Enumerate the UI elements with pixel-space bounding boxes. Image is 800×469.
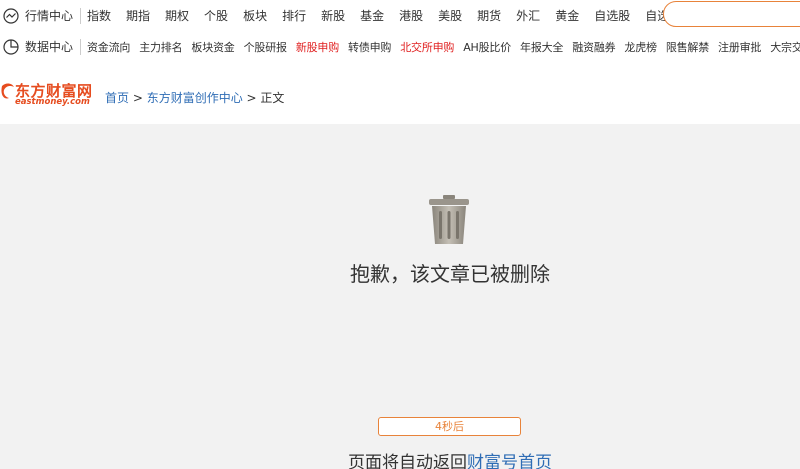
trash-can-icon xyxy=(429,195,469,244)
breadcrumb-separator: > xyxy=(129,91,147,105)
data-link[interactable]: 转债申购 xyxy=(348,39,391,55)
data-link[interactable]: 融资融券 xyxy=(572,39,615,55)
search-input[interactable] xyxy=(663,1,800,27)
redirect-countdown: 4秒后 xyxy=(378,417,521,436)
pie-chart-icon xyxy=(3,38,19,55)
divider xyxy=(80,38,81,55)
market-link[interactable]: 个股 xyxy=(204,7,228,24)
data-link[interactable]: 限售解禁 xyxy=(666,39,709,55)
market-link[interactable]: 港股 xyxy=(399,7,423,24)
logo-mark-icon xyxy=(1,83,14,99)
market-center-head[interactable]: 行情中心 xyxy=(0,7,80,24)
data-center-head[interactable]: 数据中心 xyxy=(0,38,80,55)
data-center-title: 数据中心 xyxy=(25,40,74,54)
data-link[interactable]: 大宗交易 xyxy=(770,39,800,55)
data-center-links: 资金流向 主力排名 板块资金 个股研报 新股申购 转债申购 北交所申购 AH股比价 年报大全 融资… xyxy=(87,39,800,55)
market-link[interactable]: 美股 xyxy=(438,7,462,24)
breadcrumb-separator: > xyxy=(242,91,261,105)
data-link[interactable]: 年报大全 xyxy=(520,39,563,55)
market-link[interactable]: 板块 xyxy=(243,7,267,24)
top-navigation: 行情中心 指数期指期权个股板块排行新股基金港股美股期货外汇黄金自选股自选基金 数… xyxy=(0,0,800,62)
market-link[interactable]: 指数 xyxy=(87,7,111,24)
redirect-prefix: 页面将自动返回 xyxy=(348,453,467,469)
market-link[interactable]: 外汇 xyxy=(516,7,540,24)
breadcrumb-home-link[interactable]: 首页 xyxy=(105,91,129,105)
market-link[interactable]: 新股 xyxy=(321,7,345,24)
market-center-links: 指数期指期权个股板块排行新股基金港股美股期货外汇黄金自选股自选基金 xyxy=(87,7,708,24)
data-link[interactable]: 资金流向 xyxy=(87,39,130,55)
market-link[interactable]: 期货 xyxy=(477,7,501,24)
caifuhao-home-link[interactable]: 财富号首页 xyxy=(467,453,552,469)
data-link[interactable]: AH股比价 xyxy=(463,39,511,55)
article-deleted-message: 抱歉，该文章已被删除 xyxy=(350,262,550,286)
breadcrumb: 首页 > 东方财富创作中心 > 正文 xyxy=(105,89,284,106)
market-link[interactable]: 基金 xyxy=(360,7,384,24)
data-link[interactable]: 注册审批 xyxy=(718,39,761,55)
data-center-row: 数据中心 资金流向 主力排名 板块资金 个股研报 新股申购 转债申购 北交所申购 AH股比价年… xyxy=(0,31,800,62)
logo-text-en: eastmoney.com xyxy=(15,97,90,107)
data-link[interactable]: 新股申购 xyxy=(296,39,339,55)
line-chart-circle-icon xyxy=(3,7,19,24)
breadcrumb-current: 正文 xyxy=(260,91,285,105)
market-link[interactable]: 期权 xyxy=(165,7,189,24)
divider xyxy=(80,7,81,24)
data-link[interactable]: 主力排名 xyxy=(139,39,182,55)
market-link[interactable]: 期指 xyxy=(126,7,150,24)
breadcrumb-section-link[interactable]: 东方财富创作中心 xyxy=(147,91,243,105)
market-center-title: 行情中心 xyxy=(25,9,74,23)
data-link[interactable]: 板块资金 xyxy=(191,39,234,55)
redirect-message: 页面将自动返回财富号首页 xyxy=(0,448,800,469)
data-link[interactable]: 龙虎榜 xyxy=(624,39,657,55)
market-link[interactable]: 排行 xyxy=(282,7,306,24)
data-link[interactable]: 北交所申购 xyxy=(400,39,454,55)
market-link[interactable]: 自选股 xyxy=(594,7,630,24)
data-link[interactable]: 个股研报 xyxy=(244,39,287,55)
eastmoney-logo[interactable]: 东方财富网 eastmoney.com xyxy=(0,80,100,108)
market-link[interactable]: 黄金 xyxy=(555,7,579,24)
